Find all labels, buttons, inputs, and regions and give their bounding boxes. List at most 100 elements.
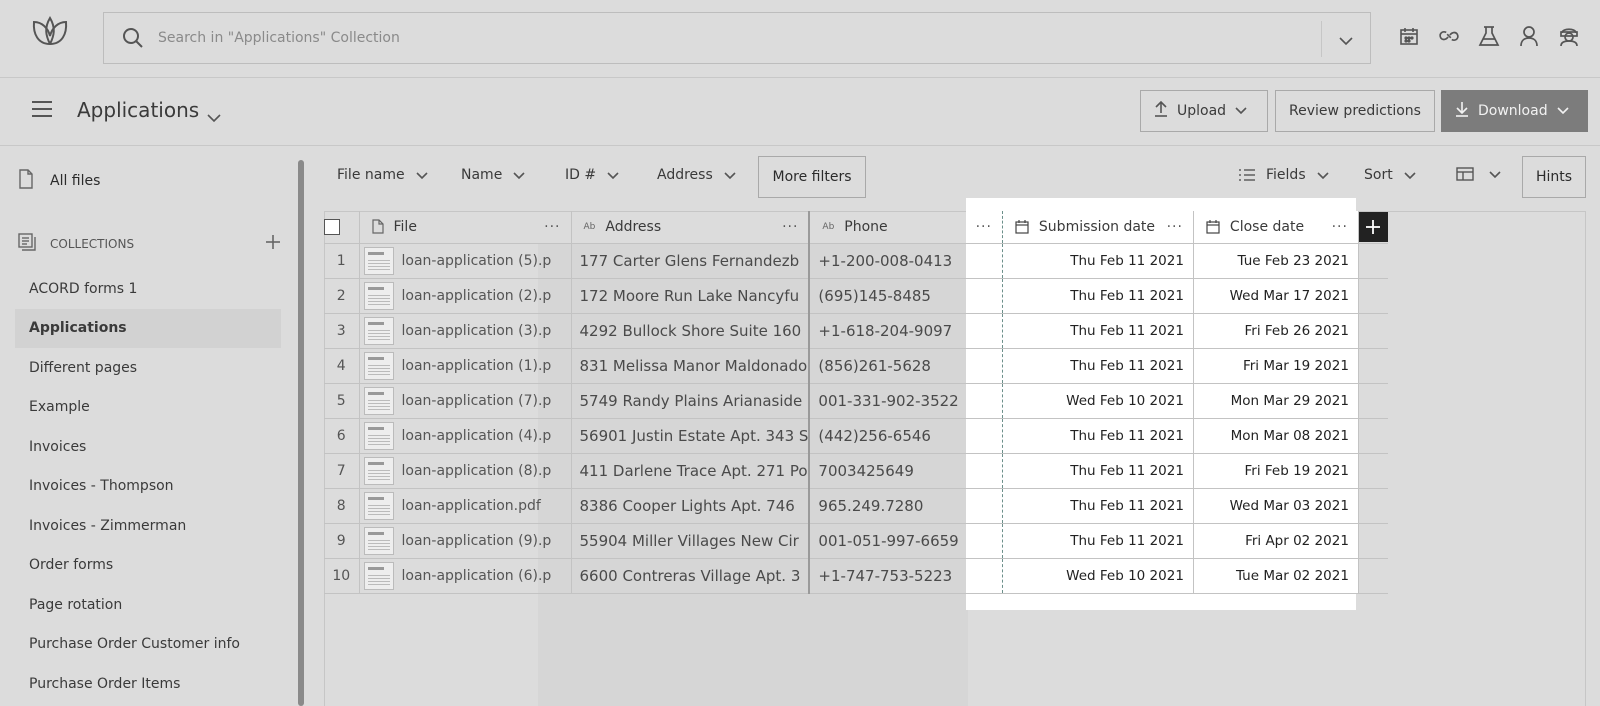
row-number[interactable]: 1: [324, 243, 360, 279]
sidebar-item-different-pages[interactable]: Different pages: [15, 348, 281, 388]
sidebar-item-purchase-order-customer-info[interactable]: Purchase Order Customer info: [15, 625, 281, 665]
cell-file[interactable]: loan-application (8).p: [359, 453, 572, 489]
column-phone-menu-icon[interactable]: ···: [976, 219, 992, 235]
search-input[interactable]: Search in "Applications" Collection: [158, 30, 400, 46]
agent-icon[interactable]: [1558, 24, 1580, 48]
cell-submission-date[interactable]: Thu Feb 11 2021: [1002, 488, 1194, 524]
cell-phone[interactable]: (695)145-8485: [809, 278, 1003, 314]
row-number[interactable]: 10: [324, 558, 360, 594]
column-submission-date-menu-icon[interactable]: ···: [1167, 219, 1183, 235]
calendar-icon[interactable]: [1398, 24, 1420, 48]
cell-close-date[interactable]: Fri Mar 19 2021: [1193, 348, 1359, 384]
cell-phone[interactable]: +1-747-753-5223: [809, 558, 1003, 594]
row-number[interactable]: 8: [324, 488, 360, 524]
cell-close-date[interactable]: Wed Mar 03 2021: [1193, 488, 1359, 524]
sidebar-item-invoices[interactable]: Invoices: [15, 427, 281, 467]
filter-address[interactable]: Address: [657, 167, 737, 183]
hamburger-menu-icon[interactable]: [30, 100, 54, 122]
cell-submission-date[interactable]: Thu Feb 11 2021: [1002, 453, 1194, 489]
table-row[interactable]: 5 loan-application (7).p 5749 Randy Plains…: [324, 383, 1389, 419]
sidebar-item-all-files[interactable]: All files: [18, 169, 100, 193]
add-collection-plus-icon[interactable]: [266, 235, 280, 252]
cell-address[interactable]: 8386 Cooper Lights Apt. 746: [570, 488, 811, 524]
filter-file-name[interactable]: File name: [337, 167, 429, 183]
column-header-address[interactable]: Ab Address ···: [570, 211, 811, 244]
flask-icon[interactable]: [1478, 24, 1500, 48]
sidebar-item-order-forms[interactable]: Order forms: [15, 546, 281, 586]
row-number[interactable]: 7: [324, 453, 360, 489]
cell-address[interactable]: 6600 Contreras Village Apt. 3: [570, 558, 811, 594]
search-bar[interactable]: Search in "Applications" Collection: [103, 12, 1371, 64]
cell-close-date[interactable]: Fri Apr 02 2021: [1193, 523, 1359, 559]
table-row[interactable]: 7 loan-application (8).p 411 Darlene Trace…: [324, 453, 1389, 489]
table-row[interactable]: 10 loan-application (6).p 6600 Contreras V…: [324, 558, 1389, 594]
cell-file[interactable]: loan-application (6).p: [359, 558, 572, 594]
more-filters-button[interactable]: More filters: [758, 156, 866, 198]
row-number[interactable]: 5: [324, 383, 360, 419]
sidebar-item-example[interactable]: Example: [15, 388, 281, 428]
cell-close-date[interactable]: Tue Mar 02 2021: [1193, 558, 1359, 594]
filter-name[interactable]: Name: [461, 167, 526, 183]
view-mode-dropdown[interactable]: [1456, 167, 1502, 181]
link-icon[interactable]: [1438, 24, 1460, 48]
sidebar-item-purchase-order-items[interactable]: Purchase Order Items: [15, 664, 281, 704]
sidebar-item-invoices-zimmerman[interactable]: Invoices - Zimmerman: [15, 506, 281, 546]
upload-button[interactable]: Upload: [1140, 90, 1268, 132]
cell-submission-date[interactable]: Thu Feb 11 2021: [1002, 278, 1194, 314]
cell-file[interactable]: loan-application (3).p: [359, 313, 572, 349]
cell-file[interactable]: loan-application (7).p: [359, 383, 572, 419]
leaf-logo-icon[interactable]: [30, 14, 70, 54]
cell-submission-date[interactable]: Thu Feb 11 2021: [1002, 418, 1194, 454]
cell-address[interactable]: 4292 Bullock Shore Suite 160: [570, 313, 811, 349]
column-header-close-date[interactable]: Close date ···: [1193, 211, 1359, 244]
column-header-phone[interactable]: Ab Phone ···: [809, 211, 1003, 244]
row-number[interactable]: 9: [324, 523, 360, 559]
row-number[interactable]: 6: [324, 418, 360, 454]
cell-file[interactable]: loan-application.pdf: [359, 488, 572, 524]
column-header-submission-date[interactable]: Submission date ···: [1002, 211, 1194, 244]
column-header-file[interactable]: File ···: [359, 211, 572, 244]
sidebar-item-page-rotation[interactable]: Page rotation: [15, 585, 281, 625]
column-address-menu-icon[interactable]: ···: [782, 219, 798, 235]
cell-close-date[interactable]: Fri Feb 19 2021: [1193, 453, 1359, 489]
cell-file[interactable]: loan-application (9).p: [359, 523, 572, 559]
cell-address[interactable]: 177 Carter Glens Fernandezb: [570, 243, 811, 279]
collection-dropdown-chevron-icon[interactable]: [206, 108, 222, 127]
table-row[interactable]: 4 loan-application (1).p 831 Melissa Manor…: [324, 348, 1389, 384]
table-row[interactable]: 1 loan-application (5).p 177 Carter Glens …: [324, 243, 1389, 279]
cell-close-date[interactable]: Mon Mar 29 2021: [1193, 383, 1359, 419]
user-icon[interactable]: [1518, 24, 1540, 48]
cell-file[interactable]: loan-application (1).p: [359, 348, 572, 384]
cell-close-date[interactable]: Tue Feb 23 2021: [1193, 243, 1359, 279]
cell-address[interactable]: 55904 Miller Villages New Cir: [570, 523, 811, 559]
column-close-date-menu-icon[interactable]: ···: [1332, 219, 1348, 235]
cell-file[interactable]: loan-application (5).p: [359, 243, 572, 279]
column-file-menu-icon[interactable]: ···: [544, 219, 560, 235]
table-row[interactable]: 2 loan-application (2).p 172 Moore Run Lak…: [324, 278, 1389, 314]
table-row[interactable]: 9 loan-application (9).p 55904 Miller Vill…: [324, 523, 1389, 559]
cell-submission-date[interactable]: Wed Feb 10 2021: [1002, 558, 1194, 594]
sort-dropdown[interactable]: Sort: [1364, 167, 1417, 183]
cell-phone[interactable]: (856)261-5628: [809, 348, 1003, 384]
download-button[interactable]: Download: [1441, 90, 1588, 132]
sidebar-item-applications[interactable]: Applications: [15, 308, 281, 348]
cell-address[interactable]: 411 Darlene Trace Apt. 271 Po: [570, 453, 811, 489]
hints-button[interactable]: Hints: [1522, 156, 1586, 198]
table-row[interactable]: 8 loan-application.pdf 8386 Cooper Lights …: [324, 488, 1389, 524]
select-all-checkbox[interactable]: [324, 218, 340, 235]
table-row[interactable]: 3 loan-application (3).p 4292 Bullock Shor…: [324, 313, 1389, 349]
sidebar-scrollbar[interactable]: [298, 160, 304, 706]
cell-submission-date[interactable]: Thu Feb 11 2021: [1002, 313, 1194, 349]
cell-phone[interactable]: 965.249.7280: [809, 488, 1003, 524]
cell-phone[interactable]: 001-331-902-3522: [809, 383, 1003, 419]
row-number[interactable]: 2: [324, 278, 360, 314]
cell-address[interactable]: 5749 Randy Plains Arianaside: [570, 383, 811, 419]
cell-close-date[interactable]: Fri Feb 26 2021: [1193, 313, 1359, 349]
cell-phone[interactable]: +1-200-008-0413: [809, 243, 1003, 279]
sidebar-item-acord-forms-1[interactable]: ACORD forms 1: [15, 269, 281, 309]
sidebar-item-invoices-thompson[interactable]: Invoices - Thompson: [15, 467, 281, 507]
cell-phone[interactable]: 001-051-997-6659: [809, 523, 1003, 559]
fields-dropdown[interactable]: Fields: [1238, 167, 1330, 183]
cell-address[interactable]: 56901 Justin Estate Apt. 343 S: [570, 418, 811, 454]
row-number[interactable]: 3: [324, 313, 360, 349]
